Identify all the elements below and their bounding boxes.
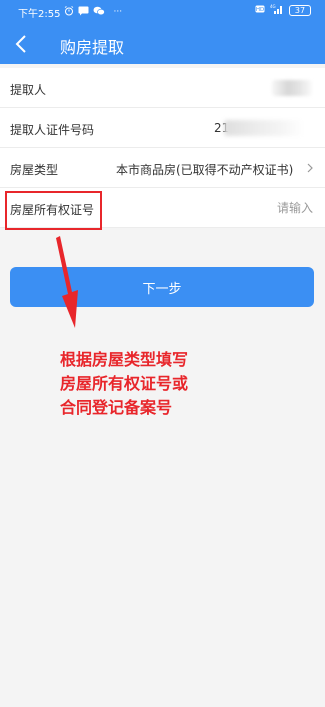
id-number-label: 提取人证件号码 <box>10 123 95 137</box>
form-row-id-number: 提取人证件号码 21 <box>0 108 325 148</box>
house-type-value: 本市商品房(已取得不动产权证书) <box>116 163 294 177</box>
annotation-line-1: 根据房屋类型填写 <box>60 350 189 369</box>
chevron-left-icon <box>15 35 26 53</box>
chevron-right-icon <box>307 163 313 173</box>
property-cert-label: 房屋所有权证号 <box>10 203 95 217</box>
annotation-line-3: 合同登记备案号 <box>60 398 173 417</box>
form-row-property-cert: 房屋所有权证号 <box>0 188 325 228</box>
hd-icon: HD <box>255 4 265 17</box>
applicant-value-redacted <box>272 80 312 96</box>
annotation-line-2: 房屋所有权证号或 <box>60 374 189 393</box>
app-header: 下午2:55 ··· HD 4G 37 购房提取 <box>0 0 325 64</box>
applicant-label: 提取人 <box>10 83 47 97</box>
navbar: 购房提取 <box>0 24 325 64</box>
status-time: 下午2:55 <box>18 9 61 20</box>
alarm-icon <box>64 6 74 19</box>
more-dots-icon: ··· <box>113 7 123 17</box>
status-bar-left: 下午2:55 ··· <box>18 5 122 20</box>
wechat-icon <box>93 6 106 19</box>
back-button[interactable] <box>10 32 34 56</box>
id-number-redacted <box>224 120 304 136</box>
form-row-house-type[interactable]: 房屋类型 本市商品房(已取得不动产权证书) <box>0 148 325 188</box>
svg-text:HD: HD <box>256 7 264 13</box>
battery-icon: 37 <box>289 5 311 16</box>
property-cert-input[interactable] <box>163 198 313 218</box>
page-title: 购房提取 <box>60 38 125 57</box>
annotation-arrow <box>56 236 78 328</box>
signal-4g-icon: 4G <box>270 4 284 17</box>
status-bar-right: HD 4G 37 <box>255 4 311 17</box>
form-row-applicant: 提取人 <box>0 68 325 108</box>
svg-text:4G: 4G <box>270 4 276 9</box>
form-card: 提取人 提取人证件号码 21 房屋类型 本市商品房(已取得不动产权证书) 房屋所… <box>0 68 325 228</box>
annotation-text: 根据房屋类型填写 房屋所有权证号或 合同登记备案号 <box>60 348 300 420</box>
house-type-label: 房屋类型 <box>10 163 59 177</box>
status-bar: 下午2:55 ··· HD 4G 37 <box>0 0 325 22</box>
message-icon <box>78 6 89 19</box>
